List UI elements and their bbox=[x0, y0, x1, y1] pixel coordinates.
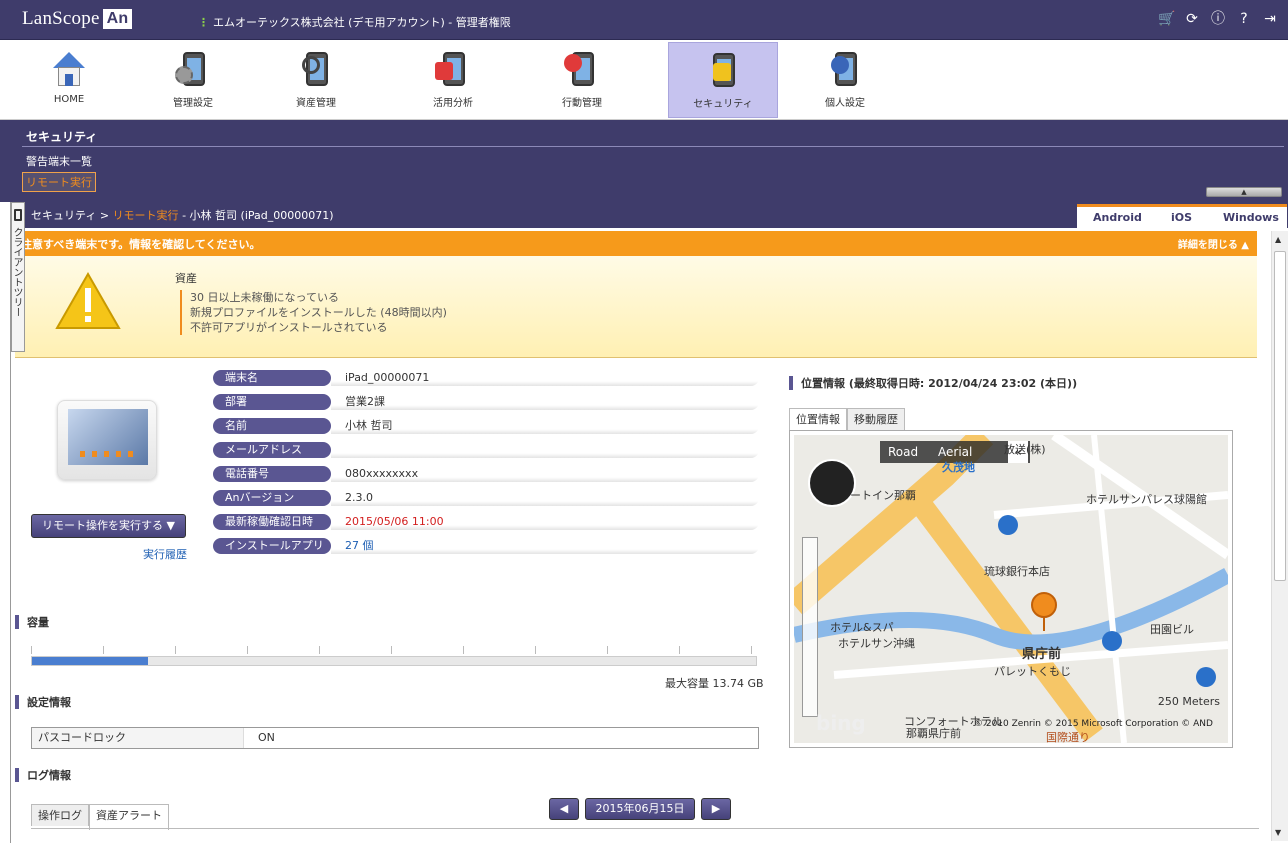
tab-location[interactable]: 位置情報 bbox=[789, 408, 847, 430]
info-row-an-version: Anバージョン 2.3.0 bbox=[213, 490, 759, 506]
breadcrumb-bar: セキュリティ > リモート実行 - 小林 哲司 (iPad_00000071) … bbox=[11, 202, 1288, 228]
info-row-department: 部署 営業2課 bbox=[213, 394, 759, 410]
prev-date-button[interactable]: ◀ bbox=[549, 798, 579, 820]
remote-operation-button[interactable]: リモート操作を実行する ▼ bbox=[31, 514, 186, 538]
home-icon bbox=[49, 50, 89, 90]
settings-icon bbox=[173, 50, 213, 90]
info-row-device-name: 端末名 iPad_00000071 bbox=[213, 370, 759, 386]
map-road-button[interactable]: Road bbox=[888, 441, 918, 463]
device-image bbox=[57, 400, 157, 480]
map-pan-control[interactable] bbox=[808, 459, 856, 507]
info-row-last-active: 最新稼働確認日時 2015/05/06 11:00 bbox=[213, 514, 759, 530]
os-tabs: Android iOS Windows bbox=[1077, 204, 1287, 228]
list-item: 新規プロファイルをインストールした (48時間以内) bbox=[190, 306, 447, 319]
list-item: 30 日以上未稼働になっている bbox=[190, 291, 339, 304]
map-scale: 250 Meters bbox=[1157, 695, 1220, 708]
tab-operation-log[interactable]: 操作ログ bbox=[31, 804, 89, 826]
map-tabs: 位置情報 移動履歴 bbox=[789, 408, 905, 430]
date-picker[interactable]: 2015年06月15日 bbox=[585, 798, 695, 820]
tab-android[interactable]: Android bbox=[1093, 211, 1142, 224]
user-icon bbox=[825, 50, 865, 90]
nav-personal-settings[interactable]: 個人設定 bbox=[800, 42, 890, 118]
map-zoom-slider[interactable] bbox=[802, 537, 818, 717]
warning-device-list-link[interactable]: 警告端末一覧 bbox=[26, 153, 92, 169]
location-title: 位置情報 (最終取得日時: 2012/04/24 23:02 (本日)) bbox=[789, 375, 1077, 391]
alert-body: 資産 30 日以上未稼働になっている 新規プロファイルをインストールした (48… bbox=[15, 256, 1257, 358]
alert-category: 資産 bbox=[175, 272, 197, 285]
capacity-max: 最大容量 13.74 GB bbox=[665, 677, 764, 690]
phone-icon bbox=[14, 209, 22, 221]
tab-asset-alert[interactable]: 資産アラート bbox=[89, 804, 169, 830]
client-tree-toggle[interactable]: クライアントツリー bbox=[11, 202, 25, 352]
bing-logo: bing bbox=[816, 711, 866, 735]
info-row-email: メールアドレス bbox=[213, 442, 759, 458]
alert-header: 注意すべき端末です。情報を確認してください。 詳細を閉じる ▲ bbox=[15, 231, 1257, 256]
capacity-bar bbox=[31, 656, 757, 666]
refresh-icon[interactable]: ⟳ bbox=[1184, 10, 1200, 28]
logout-icon[interactable]: ⇥ bbox=[1262, 10, 1278, 28]
breadcrumb: セキュリティ > リモート実行 - 小林 哲司 (iPad_00000071) bbox=[31, 209, 334, 222]
company-label: ⋮ エムオーテックス株式会社 (デモ用アカウント) - 管理者権限 bbox=[198, 16, 511, 29]
top-bar: LanScope An ⋮ エムオーテックス株式会社 (デモ用アカウント) - 管理… bbox=[0, 0, 1288, 40]
nav-activity-management[interactable]: 行動管理 bbox=[537, 42, 627, 118]
execution-history-link[interactable]: 実行履歴 bbox=[143, 546, 187, 562]
scroll-up-icon[interactable]: ▲ bbox=[1275, 235, 1281, 244]
log-title: ログ情報 bbox=[15, 767, 71, 783]
tab-movement-history[interactable]: 移動履歴 bbox=[847, 408, 905, 430]
lock-icon bbox=[703, 51, 743, 91]
capacity-title: 容量 bbox=[15, 614, 49, 630]
close-details-link[interactable]: 詳細を閉じる ▲ bbox=[1178, 236, 1249, 251]
map-copyright: © 2010 Zenrin © 2015 Microsoft Corporati… bbox=[974, 719, 1213, 729]
nav-admin-settings[interactable]: 管理設定 bbox=[148, 42, 238, 118]
nav-asset-management[interactable]: 資産管理 bbox=[271, 42, 361, 118]
remote-exec-link[interactable]: リモート実行 bbox=[22, 172, 96, 192]
warning-icon bbox=[55, 272, 121, 329]
tab-ios[interactable]: iOS bbox=[1171, 211, 1192, 224]
settings-title: 設定情報 bbox=[15, 694, 71, 710]
content-area: セキュリティ > リモート実行 - 小林 哲司 (iPad_00000071) … bbox=[10, 202, 1288, 843]
map[interactable]: Road Aerial « 久茂地 ホテルサンパレス球陽館 琉球銀行本店 ホテル… bbox=[794, 435, 1228, 743]
nav-analytics[interactable]: 活用分析 bbox=[408, 42, 498, 118]
log-tabs: 操作ログ 資産アラート bbox=[31, 804, 169, 830]
map-frame: Road Aerial « 久茂地 ホテルサンパレス球陽館 琉球銀行本店 ホテル… bbox=[789, 430, 1233, 748]
passcode-lock-row: パスコードロック ON bbox=[31, 727, 759, 749]
info-row-installed-apps: インストールアプリ 27 個 bbox=[213, 538, 759, 554]
section-bar: セキュリティ 警告端末一覧 リモート実行 ▲ bbox=[0, 120, 1288, 202]
vertical-scrollbar[interactable]: ▲ ▼ bbox=[1271, 231, 1288, 841]
main-nav: HOME 管理設定 資産管理 活用分析 行動管理 セキュリティ 個人設定 bbox=[0, 40, 1288, 120]
cart-icon[interactable]: 🛒 bbox=[1158, 10, 1175, 28]
help-icon[interactable]: ? bbox=[1236, 10, 1252, 28]
alert-list: 30 日以上未稼働になっている 新規プロファイルをインストールした (48時間以… bbox=[180, 290, 447, 335]
scroll-down-icon[interactable]: ▼ bbox=[1275, 828, 1281, 837]
info-row-phone: 電話番号 080xxxxxxxx bbox=[213, 466, 759, 482]
list-item: 不許可アプリがインストールされている bbox=[190, 321, 388, 334]
nav-home[interactable]: HOME bbox=[24, 42, 114, 118]
tab-windows[interactable]: Windows bbox=[1223, 211, 1279, 224]
section-title: セキュリティ bbox=[26, 130, 98, 144]
collapse-section-button[interactable]: ▲ bbox=[1206, 187, 1282, 197]
nav-security[interactable]: セキュリティ bbox=[668, 42, 778, 118]
analytics-icon bbox=[433, 50, 473, 90]
asset-icon bbox=[296, 50, 336, 90]
location-icon bbox=[562, 50, 602, 90]
info-row-name: 名前 小林 哲司 bbox=[213, 418, 759, 434]
date-navigator: ◀ 2015年06月15日 ▶ bbox=[549, 798, 731, 822]
next-date-button[interactable]: ▶ bbox=[701, 798, 731, 820]
info-icon[interactable]: ⓘ bbox=[1210, 10, 1226, 28]
scroll-thumb[interactable] bbox=[1274, 251, 1286, 581]
app-logo[interactable]: LanScope An bbox=[22, 8, 133, 30]
